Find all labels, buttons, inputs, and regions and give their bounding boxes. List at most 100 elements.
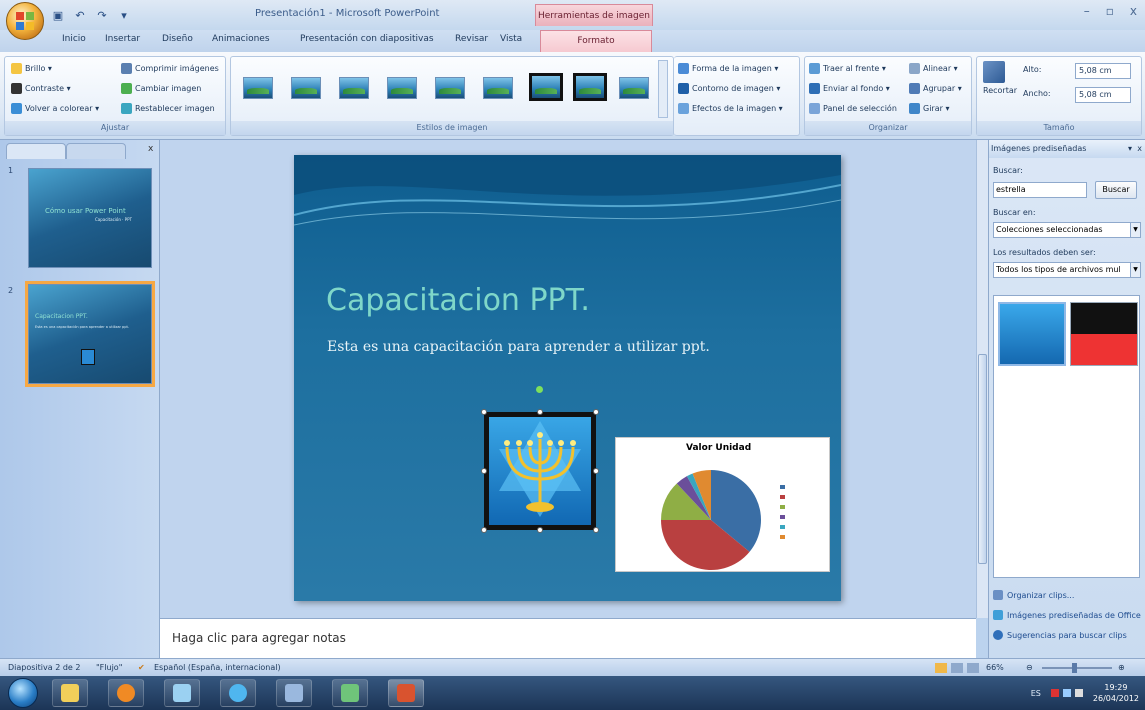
zoom-slider-thumb[interactable] [1072,663,1077,673]
contraste-button[interactable]: Contraste ▾ [11,83,71,94]
taskbar-app-5[interactable] [276,679,312,707]
efectos-imagen-button[interactable]: Efectos de la imagen ▾ [678,103,783,114]
result-menorah-clip[interactable] [998,302,1066,366]
picture-style-2[interactable] [291,77,321,99]
zoom-in-icon[interactable]: ⊕ [1118,663,1125,672]
taskbar-app-6[interactable] [332,679,368,707]
zoom-out-icon[interactable]: ⊖ [1026,663,1033,672]
contorno-imagen-button[interactable]: Contorno de imagen ▾ [678,83,780,94]
alinear-button[interactable]: Alinear ▾ [909,63,958,74]
tab-inicio[interactable]: Inicio [62,34,86,44]
picture-style-6[interactable] [483,77,513,99]
resize-handle[interactable] [481,527,487,533]
picture-style-5[interactable] [435,77,465,99]
ancho-input[interactable]: 5,08 cm [1075,87,1131,103]
redo-icon[interactable]: ↷ [94,7,110,23]
comprimir-button[interactable]: Comprimir imágenes [121,63,219,74]
taskbar-internet-explorer[interactable] [220,679,256,707]
scrollbar-thumb[interactable] [978,354,987,564]
tab-diseno[interactable]: Diseño [162,34,193,44]
slide-canvas[interactable]: Capacitacion PPT. Esta es una capacitaci… [294,155,841,601]
buscar-en-select[interactable]: Colecciones seleccionadas ▼ [993,222,1141,238]
taskbar-app-3[interactable] [164,679,200,707]
customize-icon[interactable]: ▾ [116,7,132,23]
slide-sorter-icon[interactable] [951,663,963,673]
input-language[interactable]: ES [1031,689,1041,698]
pie-chart[interactable]: Valor Unidad [615,437,830,572]
taskbar-media-player[interactable] [108,679,144,707]
resize-handle[interactable] [481,409,487,415]
taskbar-explorer[interactable] [52,679,88,707]
tab-slides[interactable] [6,143,66,159]
close-button[interactable]: x [1130,4,1137,18]
organizar-clips-link[interactable]: Organizar clips... [993,590,1074,600]
tab-presentacion[interactable]: Presentación con diapositivas [300,34,434,44]
resize-handle[interactable] [593,409,599,415]
restablecer-button[interactable]: Restablecer imagen [121,103,215,114]
close-pane-icon[interactable]: x [1137,140,1142,158]
slide-vertical-scrollbar[interactable] [976,140,988,618]
rotation-handle[interactable] [536,386,543,393]
office-clipart-link[interactable]: Imágenes prediseñadas de Office [993,610,1141,620]
volver-colorear-button[interactable]: Volver a colorear ▾ [11,103,99,114]
save-icon[interactable]: ▣ [50,7,66,23]
search-button[interactable]: Buscar [1095,181,1137,199]
resize-handle[interactable] [537,527,543,533]
resize-handle[interactable] [537,409,543,415]
picture-style-3[interactable] [339,77,369,99]
slideshow-view-icon[interactable] [967,663,979,673]
panel-seleccion-button[interactable]: Panel de selección [809,103,897,114]
maximize-button[interactable]: ▫ [1106,4,1114,18]
tab-outline[interactable] [66,143,126,159]
brillo-button[interactable]: Brillo ▾ [11,63,52,74]
network-icon[interactable] [1062,689,1071,697]
picture-style-9[interactable] [619,77,649,99]
tab-vista[interactable]: Vista [500,34,522,44]
minimize-button[interactable]: – [1084,4,1090,18]
clock[interactable]: 19:29 26/04/2012 [1093,682,1139,704]
forma-imagen-button[interactable]: Forma de la imagen ▾ [678,63,778,74]
slide-title[interactable]: Capacitacion PPT. [326,283,590,318]
cambiar-imagen-button[interactable]: Cambiar imagen [121,83,201,94]
resize-handle[interactable] [481,468,487,474]
tab-animaciones[interactable]: Animaciones [212,34,270,44]
search-input[interactable]: estrella [993,182,1087,198]
gallery-scrollbar[interactable] [658,60,668,118]
zoom-slider[interactable] [1042,667,1112,669]
start-button[interactable] [8,678,38,708]
tab-insertar[interactable]: Insertar [105,34,140,44]
recortar-button[interactable]: Recortar [983,61,1017,95]
notes-pane[interactable]: Haga clic para agregar notas [160,618,976,658]
language-indicator[interactable]: Español (España, internacional) [154,663,281,672]
enviar-fondo-button[interactable]: Enviar al fondo ▾ [809,83,890,94]
slide-subtitle[interactable]: Esta es una capacitación para aprender a… [327,339,710,355]
resize-handle[interactable] [593,468,599,474]
girar-button[interactable]: Girar ▾ [909,103,949,114]
slide-thumbnail[interactable]: Cómo usar Power Point Capacitación · PPT [28,168,152,268]
zoom-level[interactable]: 66% [986,663,1004,672]
alto-input[interactable]: 5,08 cm [1075,63,1131,79]
taskbar-powerpoint[interactable] [388,679,424,707]
resultados-select[interactable]: Todos los tipos de archivos mul ▼ [993,262,1141,278]
office-button[interactable] [6,2,44,40]
picture-style-1[interactable] [243,77,273,99]
slide-thumbnail-selected[interactable]: Capacitacion PPT. Esta es una capacitaci… [25,281,155,387]
picture-style-7[interactable] [529,73,563,101]
close-pane-icon[interactable]: x [148,144,153,154]
result-telescope-clip[interactable] [1070,302,1138,366]
normal-view-icon[interactable] [935,663,947,673]
tab-formato[interactable]: Formato [540,30,652,52]
pane-options-icon[interactable]: ▾ [1128,140,1132,158]
picture-style-4[interactable] [387,77,417,99]
undo-icon[interactable]: ↶ [72,7,88,23]
spelling-icon[interactable]: ✔ [138,663,145,672]
volume-icon[interactable] [1074,689,1083,697]
notification-icon[interactable] [1050,689,1059,697]
resize-handle[interactable] [593,527,599,533]
tab-revisar[interactable]: Revisar [455,34,488,44]
search-tips-link[interactable]: Sugerencias para buscar clips [993,630,1127,640]
menorah-clipart-image[interactable] [484,412,596,530]
picture-style-8[interactable] [573,73,607,101]
traer-frente-button[interactable]: Traer al frente ▾ [809,63,886,74]
agrupar-button[interactable]: Agrupar ▾ [909,83,962,94]
